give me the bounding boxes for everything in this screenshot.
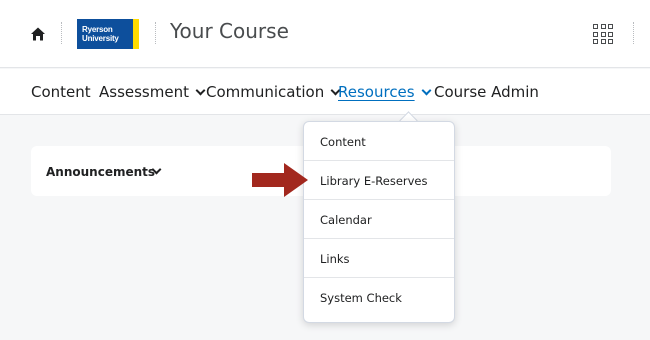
pointer-arrow-icon	[252, 163, 308, 197]
resources-dropdown-menu: Content Library E-Reserves Calendar Link…	[303, 121, 455, 323]
nav-label: Course Admin	[434, 83, 539, 101]
menu-item-content[interactable]: Content	[304, 122, 454, 161]
university-logo[interactable]: Ryerson University	[77, 19, 139, 49]
separator	[61, 22, 62, 44]
nav-item-communication[interactable]: Communication	[206, 83, 341, 101]
logo-accent-bar	[133, 19, 139, 49]
nav-label: Communication	[206, 83, 325, 101]
menu-item-label: Links	[320, 252, 350, 266]
menu-item-label: System Check	[320, 291, 402, 305]
separator	[633, 22, 634, 44]
nav-item-course-admin[interactable]: Course Admin	[434, 83, 539, 101]
menu-item-label: Content	[320, 135, 366, 149]
nav-label: Assessment	[99, 83, 189, 101]
menu-item-calendar[interactable]: Calendar	[304, 200, 454, 239]
course-title[interactable]: Your Course	[170, 19, 289, 43]
home-icon[interactable]	[30, 26, 46, 42]
nav-item-assessment[interactable]: Assessment	[99, 83, 206, 101]
chevron-down-icon	[195, 85, 206, 96]
nav-item-content[interactable]: Content	[31, 83, 91, 101]
separator	[155, 22, 156, 44]
logo-line-1: Ryerson	[82, 25, 113, 34]
course-navbar: Content Assessment Communication Resourc…	[0, 69, 650, 115]
logo-line-2: University	[82, 34, 119, 43]
menu-item-links[interactable]: Links	[304, 239, 454, 278]
chevron-down-icon	[421, 85, 432, 96]
nav-label: Resources	[338, 83, 415, 101]
menu-item-library-e-reserves[interactable]: Library E-Reserves	[304, 161, 454, 200]
menu-item-label: Library E-Reserves	[320, 174, 428, 188]
top-bar: Ryerson University Your Course	[0, 0, 650, 68]
app-launcher-icon[interactable]	[593, 24, 613, 44]
widget-title: Announcements	[46, 165, 156, 179]
menu-item-system-check[interactable]: System Check	[304, 278, 454, 317]
nav-item-resources[interactable]: Resources	[338, 83, 432, 101]
menu-item-label: Calendar	[320, 213, 372, 227]
nav-label: Content	[31, 83, 91, 101]
